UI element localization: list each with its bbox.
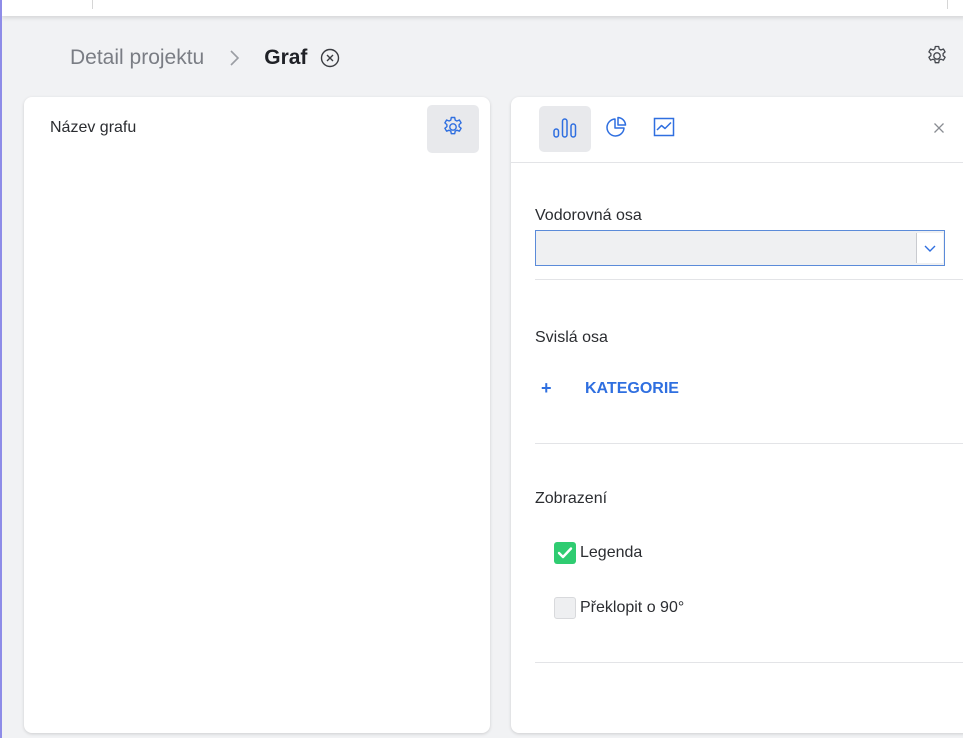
toolbar-divider [947,0,948,9]
legend-option-label: Legenda [580,544,643,561]
line-chart-icon [652,115,676,144]
flip-checkbox[interactable] [554,597,576,619]
page-header: Detail projektu Graf [2,16,963,96]
tab-line-chart[interactable] [643,106,685,152]
chart-settings-button[interactable] [427,105,479,153]
add-category-label: KATEGORIE [585,379,679,397]
divider [535,279,963,280]
divider [511,162,963,163]
chevron-right-icon [226,48,244,68]
vertical-axis-label: Svislá osa [535,329,608,346]
close-icon[interactable] [931,120,947,136]
divider [535,443,963,444]
breadcrumb-parent-link[interactable]: Detail projektu [70,46,204,70]
top-toolbar-strip [2,0,963,16]
pie-chart-icon [604,115,628,144]
chart-title: Název grafu [50,119,137,136]
chart-config-panel: Vodorovná osa Svislá osa + KATEGORIE Zob… [511,97,963,733]
close-circle-icon[interactable] [320,48,340,68]
breadcrumb: Detail projektu Graf [70,46,340,70]
chevron-down-icon[interactable] [916,233,943,263]
toolbar-divider [92,0,93,9]
bar-chart-icon [552,116,578,143]
horizontal-axis-label: Vodorovná osa [535,207,642,224]
check-icon [557,547,573,559]
horizontal-axis-select[interactable] [535,230,945,266]
divider [535,662,963,663]
display-section-label: Zobrazení [535,490,608,507]
chart-preview-card: Název grafu [24,97,490,733]
legend-option[interactable]: Legenda [554,542,642,564]
flip-option-label: Překlopit o 90° [580,599,685,616]
legend-checkbox[interactable] [554,542,576,564]
tab-pie-chart[interactable] [595,106,637,152]
settings-gear-icon[interactable] [925,44,949,68]
chart-type-tabs [539,106,691,152]
add-category-button[interactable]: + KATEGORIE [541,378,679,399]
gear-icon [441,115,465,144]
plus-icon: + [541,378,552,398]
breadcrumb-current: Graf [264,46,308,69]
tab-bar-chart[interactable] [539,106,591,152]
flip-option[interactable]: Překlopit o 90° [554,597,684,619]
app-window: Detail projektu Graf Název grafu Vodorov… [0,0,963,738]
